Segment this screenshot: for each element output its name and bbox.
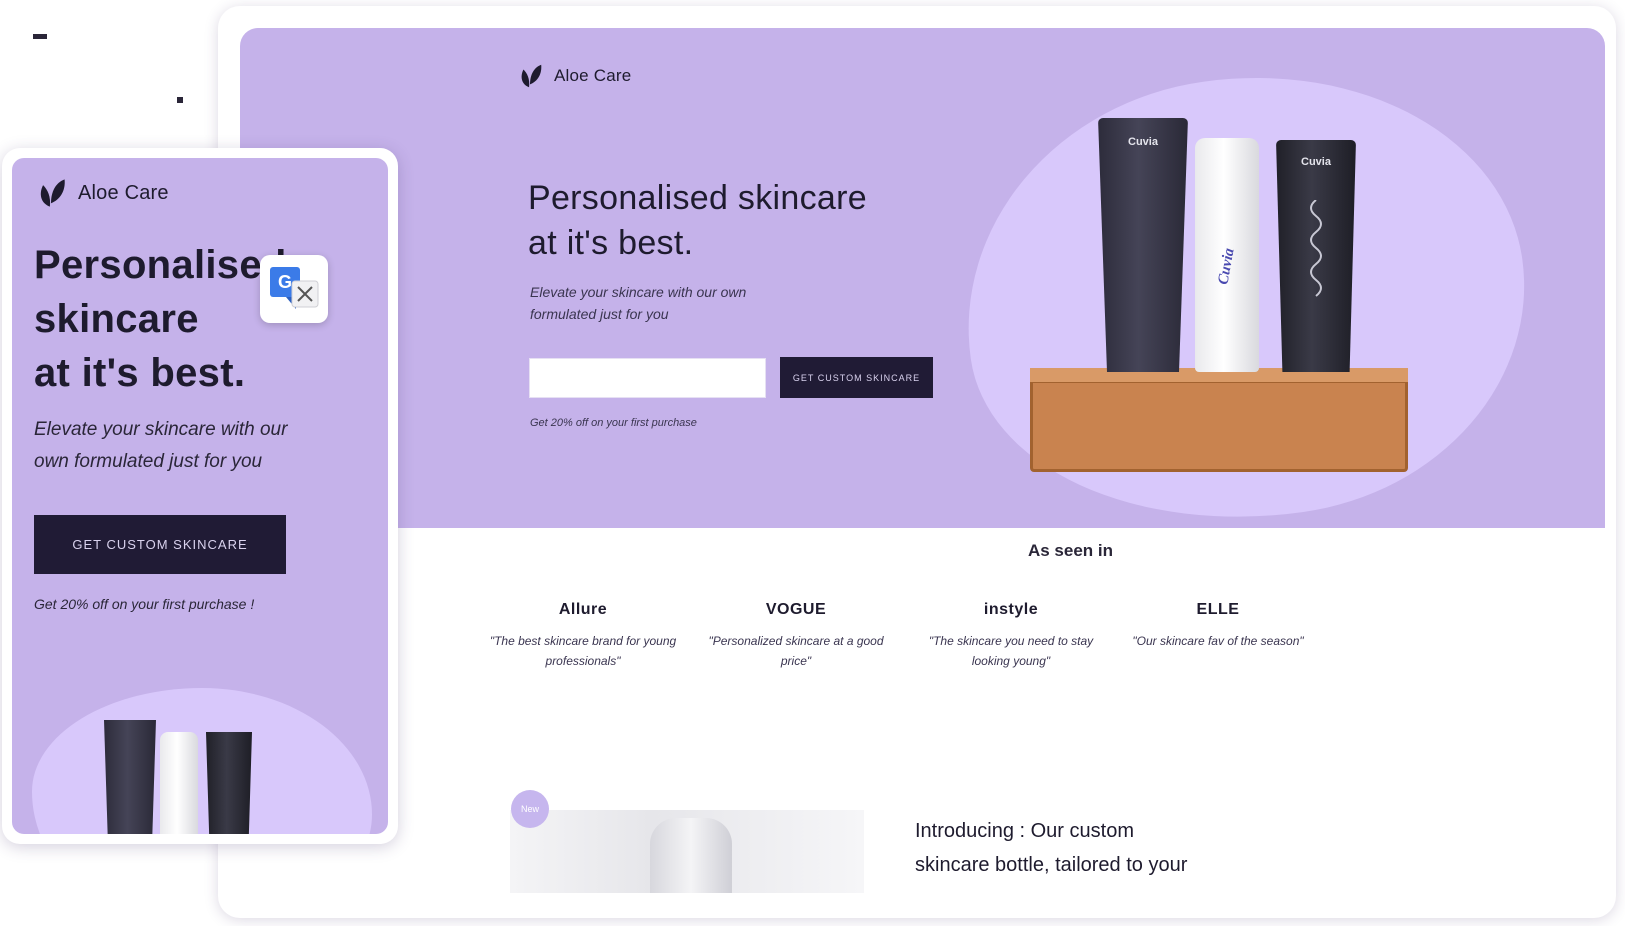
intro-text-line2: skincare bottle, tailored to your xyxy=(915,854,1188,876)
hero-section: Aloe Care Personalised skincare at it's … xyxy=(240,28,1605,528)
intro-text: Introducing : Our custom skincare bottle… xyxy=(915,814,1275,882)
mobile-product-tube-right xyxy=(206,732,252,834)
decorative-mark xyxy=(33,34,47,39)
mobile-product-tube-left xyxy=(104,720,156,834)
as-seen-in-title: As seen in xyxy=(218,541,1583,561)
discount-note: Get 20% off on your first purchase xyxy=(530,417,697,429)
press-item: Allure "The best skincare brand for youn… xyxy=(483,601,683,671)
press-logo: instyle xyxy=(983,601,1039,618)
mobile-mockup: Aloe Care Personalised skincare at it's … xyxy=(2,148,398,844)
svg-text:G: G xyxy=(278,272,292,292)
mobile-subtitle-line2: own formulated just for you xyxy=(34,451,263,472)
email-input[interactable] xyxy=(529,358,766,398)
product-label: Cuvia xyxy=(1215,246,1238,286)
press-item: instyle "The skincare you need to stay l… xyxy=(911,601,1111,671)
desktop-mockup: Aloe Care Personalised skincare at it's … xyxy=(218,6,1616,918)
hero-title: Personalised skincare at it's best. xyxy=(528,176,948,266)
leaf-icon xyxy=(521,64,542,88)
hero-title-line1: Personalised skincare xyxy=(528,179,867,217)
new-badge: New xyxy=(511,790,549,828)
mobile-hero-subtitle: Elevate your skincare with our own formu… xyxy=(34,414,354,478)
press-logo: Allure xyxy=(558,601,608,618)
press-quote: "The skincare you need to stay looking y… xyxy=(928,634,1094,668)
product-tube-right: Cuvia xyxy=(1276,140,1356,372)
press-logo: VOGUE xyxy=(765,601,827,618)
press-quote: "Our skincare fav of the season" xyxy=(1132,634,1304,648)
mobile-title-line2: skincare xyxy=(34,297,199,341)
mobile-product-bottle-middle xyxy=(160,732,198,834)
product-label: Cuvia xyxy=(1301,156,1331,168)
wave-decoration xyxy=(1310,200,1322,297)
mobile-hero-blob xyxy=(32,688,372,834)
mobile-subtitle-line1: Elevate your skincare with our xyxy=(34,419,288,440)
as-seen-in-label: As seen in xyxy=(1027,541,1114,560)
mobile-title-line3: at it's best. xyxy=(34,351,246,395)
product-label: Cuvia xyxy=(1128,136,1158,148)
press-quote: "The best skincare brand for young profe… xyxy=(489,634,677,668)
bottle-image xyxy=(650,818,732,893)
mobile-hero: Aloe Care Personalised skincare at it's … xyxy=(12,158,388,834)
product-tube-left: Cuvia xyxy=(1098,118,1188,372)
hero-subtitle: Elevate your skincare with our own formu… xyxy=(530,284,747,322)
mobile-title-line1: Personalised xyxy=(34,243,287,287)
press-logo: ELLE xyxy=(1196,601,1240,618)
mobile-get-custom-skincare-button[interactable]: Get custom skincare xyxy=(34,515,286,574)
brand-name: Aloe Care xyxy=(78,181,169,204)
mobile-discount-note: Get 20% off on your first purchase ! xyxy=(34,596,255,612)
get-custom-skincare-button[interactable]: Get custom skincare xyxy=(780,357,933,398)
brand[interactable]: Aloe Care xyxy=(34,176,169,210)
translate-extension-button[interactable]: G xyxy=(260,255,328,323)
product-bottle-middle: Cuvia xyxy=(1195,138,1259,372)
press-item: VOGUE "Personalized skincare at a good p… xyxy=(696,601,896,671)
press-quote: "Personalized skincare at a good price" xyxy=(708,634,884,668)
brand[interactable]: Aloe Care xyxy=(516,62,631,90)
brand-name: Aloe Care xyxy=(554,66,632,85)
intro-text-line1: Introducing : Our custom xyxy=(915,820,1134,842)
leaf-icon xyxy=(40,179,65,207)
hero-title-line2: at it's best. xyxy=(528,224,694,262)
intro-image xyxy=(510,810,864,893)
translate-icon: G xyxy=(270,267,319,309)
decorative-mark xyxy=(177,97,183,103)
product-box xyxy=(1030,368,1408,472)
canvas: Aloe Care Personalised skincare at it's … xyxy=(0,0,1625,926)
press-item: ELLE "Our skincare fav of the season" xyxy=(1118,601,1318,651)
